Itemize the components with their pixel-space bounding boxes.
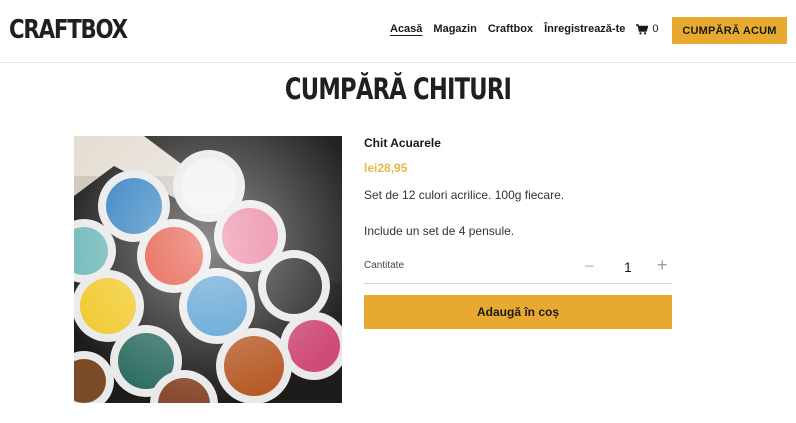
quantity-value[interactable]: 1 xyxy=(624,259,632,275)
nav-item-magazin[interactable]: Magazin xyxy=(433,23,476,35)
nav-item-craftbox[interactable]: Craftbox xyxy=(488,23,533,35)
craftbox-logo[interactable]: CRAFTBOX xyxy=(9,15,128,45)
product-extra: Include un set de 4 pensule. xyxy=(364,224,515,238)
nav-item-acasa[interactable]: Acasă xyxy=(390,23,422,35)
paint-jars-photo xyxy=(74,136,342,403)
product-image xyxy=(74,136,342,403)
plus-icon[interactable]: + xyxy=(657,255,668,276)
main-nav: Acasă Magazin Craftbox Înregistrează-te … xyxy=(390,23,670,35)
buy-now-button[interactable]: CUMPĂRĂ ACUM xyxy=(672,17,787,44)
page-title: CUMPĂRĂ CHITURI xyxy=(0,72,796,106)
page-title-text: CUMPĂRĂ CHITURI xyxy=(284,72,512,106)
quantity-stepper: Cantitate − 1 + xyxy=(364,252,672,284)
cart-count: 0 xyxy=(652,23,659,35)
minus-icon[interactable]: − xyxy=(584,256,595,277)
product-description: Set de 12 culori acrilice. 100g fiecare. xyxy=(364,188,565,202)
cart-link[interactable]: 0 xyxy=(636,23,659,35)
product-name: Chit Acuarele xyxy=(364,136,441,150)
product-price: lei28,95 xyxy=(364,161,408,175)
quantity-label: Cantitate xyxy=(364,260,405,271)
shopping-cart-icon xyxy=(636,23,649,34)
nav-item-inregistreaza[interactable]: Înregistrează-te xyxy=(544,23,625,35)
site-header: CRAFTBOX Acasă Magazin Craftbox Înregist… xyxy=(0,0,796,63)
product-details: Chit Acuarele lei28,95 Set de 12 culori … xyxy=(364,136,672,329)
add-to-cart-button[interactable]: Adaugă în coș xyxy=(364,295,672,329)
